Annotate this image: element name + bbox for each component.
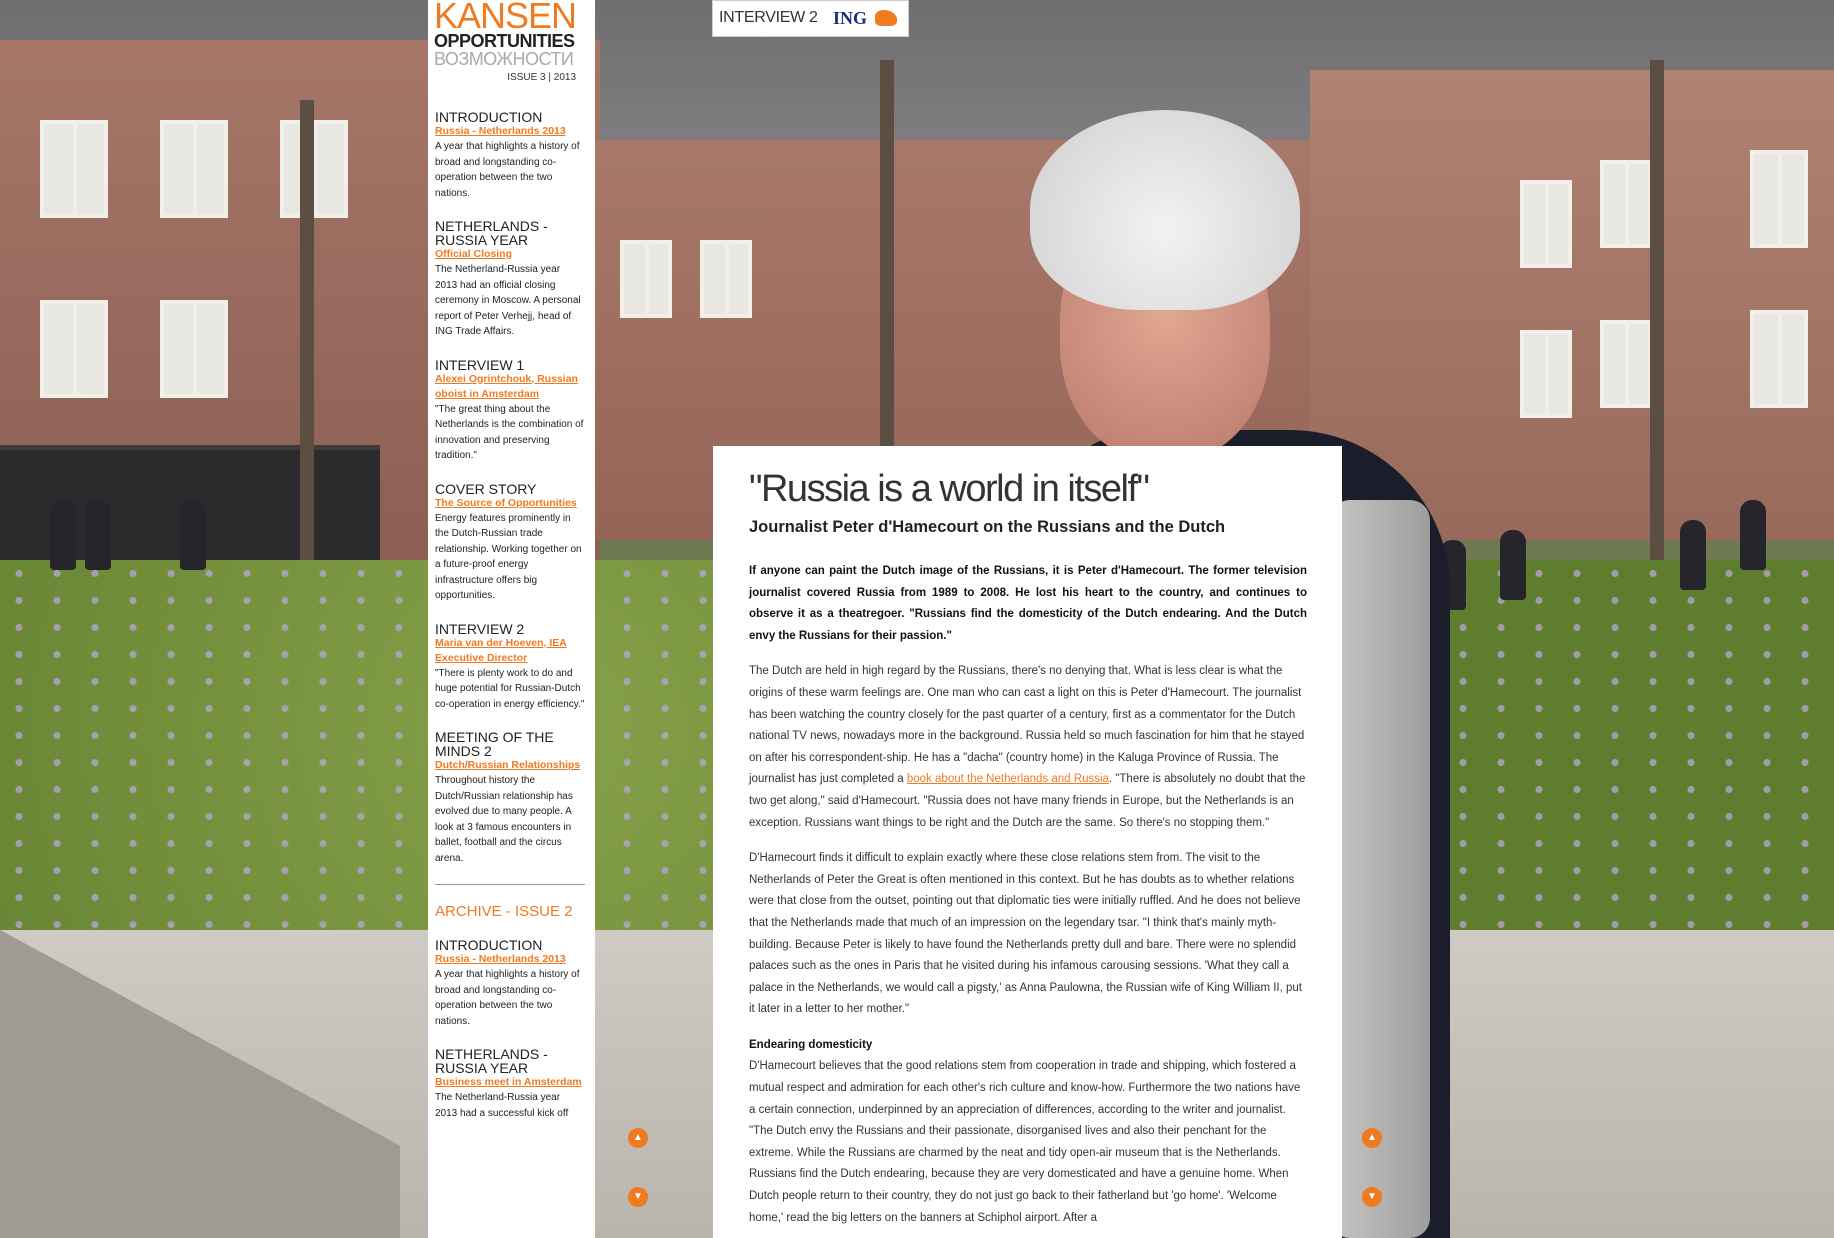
archive-section-text: A year that highlights a history of broa… bbox=[435, 969, 580, 1027]
article-lead: If anyone can paint the Dutch image of t… bbox=[749, 565, 1307, 642]
ing-logo: ING bbox=[833, 8, 868, 28]
window bbox=[700, 240, 752, 318]
article-subtitle: Journalist Peter d'Hamecourt on the Russ… bbox=[749, 518, 1226, 536]
logo-kansen: KANSEN bbox=[434, 0, 577, 36]
issue-label: ISSUE 3 | 2013 bbox=[507, 72, 576, 83]
person bbox=[1680, 520, 1706, 590]
window bbox=[1750, 150, 1808, 248]
article-paragraph: D'Hamecourt finds it difficult to explai… bbox=[749, 852, 1302, 1016]
article-panel: "Russia is a world in itself" Journalist… bbox=[713, 446, 1342, 1238]
nav-section: MEETING OF THE MINDS 2 Dutch/Russian Rel… bbox=[435, 730, 585, 866]
tree-trunk bbox=[1650, 60, 1664, 590]
archive-section-text: The Netherland-Russia year 2013 had a su… bbox=[435, 1092, 569, 1119]
sidebar-nav: INTRODUCTION Russia - Netherlands 2013 A… bbox=[435, 110, 585, 1139]
sidebar-divider bbox=[435, 884, 585, 885]
paragraph-text: The Dutch are held in high regard by the… bbox=[749, 665, 1305, 786]
window bbox=[1520, 180, 1572, 268]
window bbox=[1520, 330, 1572, 418]
nav-section: COVER STORY The Source of Opportunities … bbox=[435, 482, 585, 604]
nav-section-link[interactable]: Russia - Netherlands 2013 bbox=[435, 124, 585, 139]
man-scarf bbox=[1330, 500, 1430, 1238]
window bbox=[1750, 310, 1808, 408]
person bbox=[180, 500, 206, 570]
logo-opportunities: OPPORTUNITIES bbox=[434, 31, 575, 51]
section-label: INTERVIEW 2 bbox=[719, 9, 818, 26]
window bbox=[40, 300, 108, 398]
nav-section-link[interactable]: Alexei Ogrintchouk, Russian oboist in Am… bbox=[435, 372, 585, 402]
article-title: "Russia is a world in itself" bbox=[749, 468, 1150, 510]
scroll-down-left-icon[interactable]: ▼ bbox=[628, 1187, 648, 1207]
window bbox=[1600, 320, 1652, 408]
archive-section-heading: INTRODUCTION bbox=[435, 937, 543, 953]
article-paragraph: The Dutch are held in high regard by the… bbox=[749, 661, 1307, 834]
window bbox=[160, 300, 228, 398]
nav-section-heading: INTRODUCTION bbox=[435, 109, 543, 125]
person bbox=[1740, 500, 1766, 570]
nav-section-link[interactable]: Dutch/Russian Relationships bbox=[435, 758, 585, 773]
person bbox=[1500, 530, 1526, 600]
window bbox=[160, 120, 228, 218]
article-subhead: Endearing domesticity bbox=[749, 1038, 873, 1051]
nav-section-text: "The great thing about the Netherlands i… bbox=[435, 403, 584, 462]
nav-section-text: A year that highlights a history of broa… bbox=[435, 141, 580, 199]
archive-section: INTRODUCTION Russia - Netherlands 2013 A… bbox=[435, 938, 585, 1029]
window bbox=[620, 240, 672, 318]
nav-section-text: Throughout history the Dutch/Russian rel… bbox=[435, 775, 573, 864]
nav-section-heading: INTERVIEW 2 bbox=[435, 620, 525, 637]
ing-lion-icon bbox=[875, 10, 897, 26]
scroll-up-left-icon[interactable]: ▲ bbox=[628, 1128, 648, 1148]
nav-section-heading: COVER STORY bbox=[435, 480, 537, 497]
nav-section-heading: MEETING OF THE MINDS 2 bbox=[435, 729, 554, 759]
article-paragraph: D'Hamecourt believes that the good relat… bbox=[749, 1060, 1301, 1224]
nav-section: INTRODUCTION Russia - Netherlands 2013 A… bbox=[435, 110, 585, 201]
archive-section-link[interactable]: Russia - Netherlands 2013 bbox=[435, 952, 585, 967]
window bbox=[40, 120, 108, 218]
logo-russian: ВОЗМОЖНОСТИ bbox=[434, 49, 574, 69]
book-link[interactable]: book about the Netherlands and Russia bbox=[907, 773, 1109, 785]
man-hair bbox=[1030, 110, 1300, 310]
archive-section: NETHERLANDS - RUSSIA YEAR Business meet … bbox=[435, 1047, 585, 1121]
tree-trunk bbox=[300, 100, 314, 620]
nav-section-heading: NETHERLANDS - RUSSIA YEAR bbox=[435, 218, 548, 248]
scroll-up-right-icon[interactable]: ▲ bbox=[1362, 1128, 1382, 1148]
person bbox=[85, 500, 111, 570]
nav-section-link[interactable]: Maria van der Hoeven, IEA Executive Dire… bbox=[435, 636, 585, 666]
nav-section-text: "There is plenty work to do and huge pot… bbox=[435, 667, 585, 710]
nav-section-text: The Netherland-Russia year 2013 had an o… bbox=[435, 264, 581, 337]
nav-section: NETHERLANDS - RUSSIA YEAR Official Closi… bbox=[435, 219, 585, 340]
window bbox=[280, 120, 348, 218]
nav-section-link[interactable]: The Source of Opportunities bbox=[435, 496, 585, 511]
section-header-tab: INTERVIEW 2 ING bbox=[712, 0, 909, 37]
nav-section: INTERVIEW 2 Maria van der Hoeven, IEA Ex… bbox=[435, 622, 585, 713]
archive-section-link[interactable]: Business meet in Amsterdam bbox=[435, 1075, 585, 1090]
article-body: The Dutch are held in high regard by the… bbox=[749, 661, 1307, 1229]
nav-section-link[interactable]: Official Closing bbox=[435, 247, 585, 262]
archive-section-heading: NETHERLANDS - RUSSIA YEAR bbox=[435, 1046, 548, 1076]
archive-heading[interactable]: ARCHIVE - ISSUE 2 bbox=[435, 903, 585, 920]
nav-section-heading: INTERVIEW 1 bbox=[435, 356, 525, 373]
person bbox=[50, 500, 76, 570]
article-content: "Russia is a world in itself" Journalist… bbox=[749, 466, 1307, 1238]
nav-section-text: Energy features prominently in the Dutch… bbox=[435, 512, 582, 602]
magazine-logo[interactable]: KANSEN OPPORTUNITIES ВОЗМОЖНОСТИ bbox=[434, 0, 592, 68]
nav-section: INTERVIEW 1 Alexei Ogrintchouk, Russian … bbox=[435, 358, 585, 464]
window bbox=[1600, 160, 1652, 248]
scroll-down-right-icon[interactable]: ▼ bbox=[1362, 1187, 1382, 1207]
sidebar: KANSEN OPPORTUNITIES ВОЗМОЖНОСТИ ISSUE 3… bbox=[428, 0, 595, 1238]
